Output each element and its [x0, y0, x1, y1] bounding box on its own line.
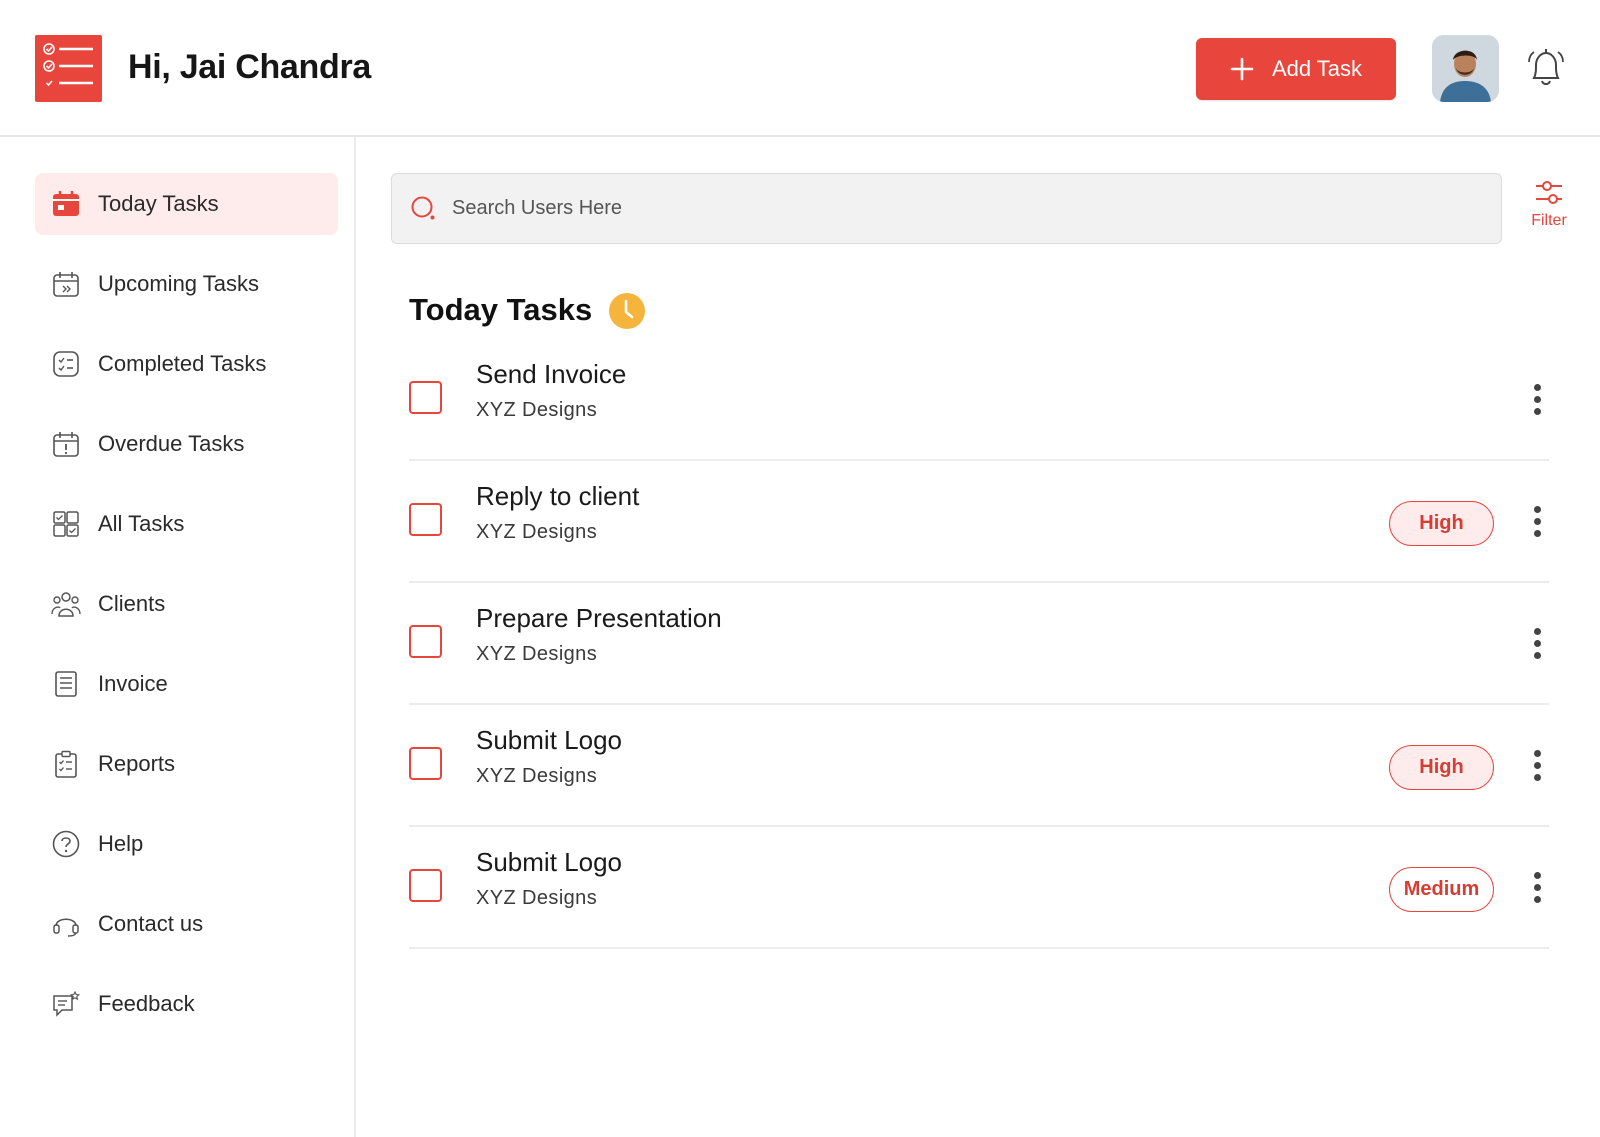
sidebar-item-label: All Tasks [98, 511, 185, 536]
add-task-label: Add Task [1271, 56, 1363, 81]
filter-button[interactable]: Filter [1519, 178, 1579, 240]
filter-label: Filter [1531, 212, 1567, 229]
sidebar-item-all-tasks[interactable]: All Tasks [35, 493, 338, 555]
task-row: Prepare Presentation XYZ Designs [409, 583, 1549, 705]
sidebar-item-today-tasks[interactable]: Today Tasks [35, 173, 338, 235]
checklist-icon [51, 349, 81, 379]
priority-badge: Medium [1389, 867, 1494, 912]
clipboard-icon [51, 749, 81, 779]
task-client: XYZ Designs [476, 765, 598, 787]
question-icon [51, 829, 81, 859]
sidebar-item-label: Overdue Tasks [98, 431, 245, 456]
sidebar-item-help[interactable]: Help [35, 813, 338, 875]
task-row: Submit Logo XYZ Designs High [409, 705, 1549, 827]
task-checkbox[interactable] [409, 747, 442, 780]
sidebar-item-label: Completed Tasks [98, 351, 267, 376]
task-checkbox[interactable] [409, 869, 442, 902]
search-input[interactable] [452, 197, 1452, 220]
sidebar-item-label: Contact us [98, 911, 204, 936]
plus-icon [1230, 57, 1254, 81]
sidebar-item-contact-us[interactable]: Contact us [35, 893, 338, 955]
task-checkbox[interactable] [409, 381, 442, 414]
sidebar-item-label: Clients [98, 591, 166, 616]
sidebar-item-overdue-tasks[interactable]: Overdue Tasks [35, 413, 338, 475]
task-title: Reply to client [476, 481, 640, 511]
search-icon [411, 196, 435, 219]
task-title: Submit Logo [476, 725, 622, 755]
task-client: XYZ Designs [476, 887, 598, 909]
sidebar: Today Tasks Upcoming Tasks Completed Tas… [0, 137, 356, 1137]
sidebar-item-label: Feedback [98, 991, 195, 1016]
sidebar-item-upcoming-tasks[interactable]: Upcoming Tasks [35, 253, 338, 315]
more-options-icon[interactable] [1527, 377, 1547, 421]
calendar-alert-icon [51, 429, 81, 459]
sidebar-item-label: Upcoming Tasks [98, 271, 259, 296]
task-client: XYZ Designs [476, 399, 598, 421]
sidebar-item-completed-tasks[interactable]: Completed Tasks [35, 333, 338, 395]
greeting-title: Hi, Jai Chandra [128, 48, 372, 86]
search-bar [391, 173, 1502, 244]
page-title: Today Tasks [409, 292, 593, 327]
more-options-icon[interactable] [1527, 621, 1547, 665]
task-title: Send Invoice [476, 359, 627, 389]
calendar-today-icon [51, 189, 81, 219]
headset-icon [51, 909, 81, 939]
sidebar-item-label: Today Tasks [98, 191, 219, 216]
calendar-forward-icon [51, 269, 81, 299]
grid-check-icon [51, 509, 81, 539]
sidebar-item-invoice[interactable]: Invoice [35, 653, 338, 715]
more-options-icon[interactable] [1527, 865, 1547, 909]
priority-badge: High [1389, 745, 1494, 790]
task-row: Submit Logo XYZ Designs Medium [409, 827, 1549, 949]
app-logo-icon[interactable] [35, 35, 102, 102]
avatar[interactable] [1432, 35, 1499, 102]
task-checkbox[interactable] [409, 503, 442, 536]
sliders-icon [1536, 181, 1562, 204]
people-icon [51, 589, 81, 619]
task-client: XYZ Designs [476, 521, 598, 543]
task-checkbox[interactable] [409, 625, 442, 658]
top-header: Hi, Jai Chandra Add Task [0, 0, 1600, 137]
sidebar-item-label: Help [98, 831, 144, 856]
sidebar-item-label: Invoice [98, 671, 168, 696]
document-icon [51, 669, 81, 699]
task-row: Send Invoice XYZ Designs [409, 339, 1549, 461]
task-title: Submit Logo [476, 847, 622, 877]
bell-icon[interactable] [1524, 46, 1568, 90]
task-title: Prepare Presentation [476, 603, 722, 633]
more-options-icon[interactable] [1527, 499, 1547, 543]
task-client: XYZ Designs [476, 643, 598, 665]
sidebar-item-label: Reports [98, 751, 176, 776]
priority-badge: High [1389, 501, 1494, 546]
sidebar-item-feedback[interactable]: Feedback [35, 973, 338, 1035]
sidebar-item-reports[interactable]: Reports [35, 733, 338, 795]
add-task-button[interactable]: Add Task [1196, 38, 1396, 100]
task-row: Reply to client XYZ Designs High [409, 461, 1549, 583]
more-options-icon[interactable] [1527, 743, 1547, 787]
clock-icon [609, 293, 645, 329]
sidebar-item-clients[interactable]: Clients [35, 573, 338, 635]
feedback-icon [51, 989, 81, 1019]
